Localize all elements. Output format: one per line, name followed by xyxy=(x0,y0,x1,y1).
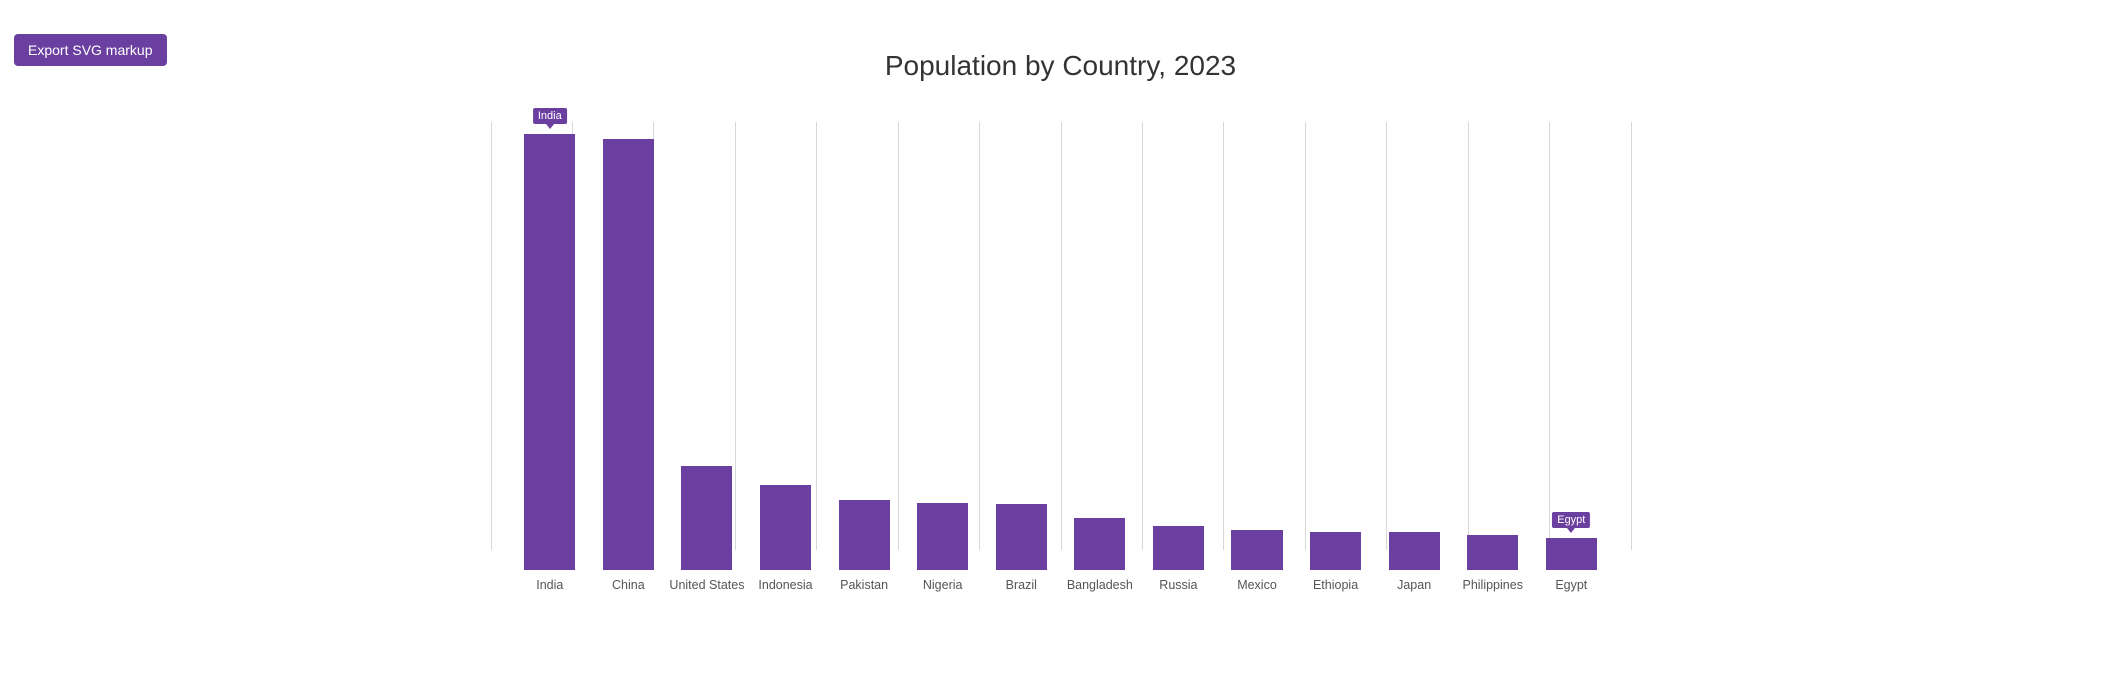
country-label: Russia xyxy=(1159,578,1197,592)
gridline xyxy=(1631,122,1632,550)
bar xyxy=(1467,535,1518,570)
bar: India xyxy=(524,134,575,570)
bar-tooltip: Egypt xyxy=(1552,512,1590,528)
bar-tooltip: India xyxy=(533,108,567,124)
chart-title: Population by Country, 2023 xyxy=(491,20,1631,92)
bar-group: Mexico xyxy=(1218,122,1297,592)
bar xyxy=(1074,518,1125,570)
bar-group: Ethiopia xyxy=(1296,122,1375,592)
country-label: Nigeria xyxy=(923,578,963,592)
bar-group: United States xyxy=(668,122,747,592)
country-label: India xyxy=(536,578,563,592)
country-label: Pakistan xyxy=(840,578,888,592)
country-label: United States xyxy=(669,578,744,592)
chart-container: Population by Country, 2023 India India Ch… xyxy=(491,20,1631,592)
bar xyxy=(603,139,654,570)
bar xyxy=(1389,532,1440,570)
bar xyxy=(760,485,811,570)
bar-group: Nigeria xyxy=(903,122,982,592)
bar xyxy=(839,500,890,570)
country-label: Ethiopia xyxy=(1313,578,1358,592)
bar-group: Philippines xyxy=(1453,122,1532,592)
bar-group: Bangladesh xyxy=(1061,122,1140,592)
bar-group: China xyxy=(589,122,668,592)
export-svg-button[interactable]: Export SVG markup xyxy=(14,34,167,66)
bar-group: India India xyxy=(511,122,590,592)
country-label: Philippines xyxy=(1462,578,1522,592)
country-label: Mexico xyxy=(1237,578,1277,592)
bar xyxy=(1231,530,1282,570)
bar xyxy=(1310,532,1361,570)
bar-group: Egypt Egypt xyxy=(1532,122,1611,592)
bar xyxy=(917,503,968,570)
bar-chart: India India China United States Indonesia Pak… xyxy=(491,92,1631,592)
bar xyxy=(1153,526,1204,570)
bar-group: Russia xyxy=(1139,122,1218,592)
country-label: Egypt xyxy=(1555,578,1587,592)
bar xyxy=(996,504,1047,570)
bar-group: Japan xyxy=(1375,122,1454,592)
bar-group: Brazil xyxy=(982,122,1061,592)
country-label: Bangladesh xyxy=(1067,578,1133,592)
country-label: Japan xyxy=(1397,578,1431,592)
country-label: China xyxy=(612,578,645,592)
gridline xyxy=(491,122,492,550)
bar: Egypt xyxy=(1546,538,1597,570)
bar xyxy=(681,466,732,570)
bar-group: Indonesia xyxy=(746,122,825,592)
country-label: Indonesia xyxy=(758,578,812,592)
country-label: Brazil xyxy=(1006,578,1037,592)
bar-group: Pakistan xyxy=(825,122,904,592)
